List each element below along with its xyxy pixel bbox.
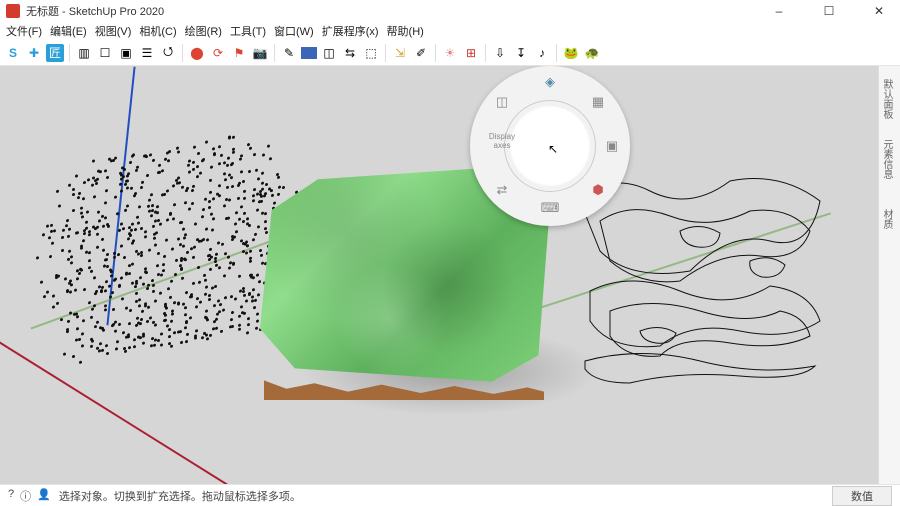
menu-camera[interactable]: 相机(C) [139,23,176,39]
panel-icon[interactable]: ◫ [320,44,338,62]
statusbar: ? ⓘ 👤 选择对象。切换到扩充选择。拖动鼠标选择多项。 数值 [0,484,900,506]
radial-top-icon[interactable]: ◈ [540,72,560,92]
menu-draw[interactable]: 绘图(R) [185,23,222,39]
box-icon[interactable] [301,47,317,59]
grid-icon[interactable]: ⊞ [462,44,480,62]
spin-icon[interactable]: ⟳ [209,44,227,62]
frog-icon[interactable]: 🐸 [562,44,580,62]
jiang-icon[interactable]: 匠 [46,44,64,62]
dashed-icon[interactable]: ⬚ [362,44,380,62]
record-icon[interactable]: ⬤ [188,44,206,62]
radial-br-icon[interactable]: ⬢ [588,180,608,200]
audio-icon[interactable]: ♪ [533,44,551,62]
window-title: 无标题 - SketchUp Pro 2020 [26,3,164,19]
status-hint: 选择对象。切换到扩充选择。拖动鼠标选择多项。 [59,488,301,504]
open-icon[interactable]: ☐ [96,44,114,62]
toolbar: S ✚ 匠 ▥ ☐ ▣ ☰ ⭯ ⬤ ⟳ ⚑ 📷 ✎ ◫ ⇆ ⬚ ⇲ ✐ ☀ ⊞ … [0,40,900,66]
flag-icon[interactable]: ⚑ [230,44,248,62]
close-button[interactable]: ✕ [864,4,894,18]
list-icon[interactable]: ☰ [138,44,156,62]
menu-edit[interactable]: 编辑(E) [50,23,87,39]
radial-label[interactable]: Display axes [484,132,520,150]
logo-icon[interactable]: S [4,44,22,62]
info-icon[interactable]: ⓘ [20,488,31,504]
radial-tr-icon[interactable]: ▦ [588,92,608,112]
minimize-button[interactable]: – [764,4,794,18]
download-icon[interactable]: ⇩ [491,44,509,62]
tray-sidebar: 默认面板 元素信息 材质 [878,66,900,484]
turtle-icon[interactable]: 🐢 [583,44,601,62]
titlebar: 无标题 - SketchUp Pro 2020 – ☐ ✕ [0,0,900,22]
camera-icon[interactable]: 📷 [251,44,269,62]
viewport-3d[interactable]: ◈ ▦ ▣ ⬢ ⌨ ⇄ Display axes ◫ ↖ [0,66,878,484]
menu-plugins[interactable]: 扩展程序(x) [322,23,379,39]
edit-icon[interactable]: ✐ [412,44,430,62]
sun-icon[interactable]: ☀ [441,44,459,62]
menu-file[interactable]: 文件(F) [6,23,42,39]
tray-tab-2[interactable]: 元素信息 [879,126,894,186]
radial-bl-icon[interactable]: ⇄ [492,180,512,200]
menu-help[interactable]: 帮助(H) [387,23,424,39]
pencil-icon[interactable]: ✎ [280,44,298,62]
menu-view[interactable]: 视图(V) [95,23,132,39]
menu-window[interactable]: 窗口(W) [274,23,314,39]
measurement-label: 数值 [851,491,873,503]
menubar: 文件(F) 编辑(E) 视图(V) 相机(C) 绘图(R) 工具(T) 窗口(W… [0,22,900,40]
radial-menu[interactable]: ◈ ▦ ▣ ⬢ ⌨ ⇄ Display axes ◫ ↖ [470,66,630,226]
maximize-button[interactable]: ☐ [814,4,844,18]
help-icon[interactable]: ? [8,488,14,504]
add-icon[interactable]: ✚ [25,44,43,62]
user-icon[interactable]: 👤 [37,488,51,504]
swap-icon[interactable]: ⇆ [341,44,359,62]
app-icon [6,4,20,18]
radial-tl-icon[interactable]: ◫ [492,92,512,112]
radial-right-icon[interactable]: ▣ [602,136,622,156]
tray-tab-1[interactable]: 默认面板 [879,66,894,126]
export-icon[interactable]: ⇲ [391,44,409,62]
import-icon[interactable]: ↧ [512,44,530,62]
refresh-icon[interactable]: ⭯ [159,44,177,62]
tray-tab-3[interactable]: 材质 [879,186,894,246]
measurement-box[interactable]: 数值 [832,486,892,506]
menu-tools[interactable]: 工具(T) [230,23,266,39]
new-icon[interactable]: ▥ [75,44,93,62]
save-icon[interactable]: ▣ [117,44,135,62]
radial-bottom-icon[interactable]: ⌨ [540,198,560,218]
cursor-icon: ↖ [548,142,558,156]
